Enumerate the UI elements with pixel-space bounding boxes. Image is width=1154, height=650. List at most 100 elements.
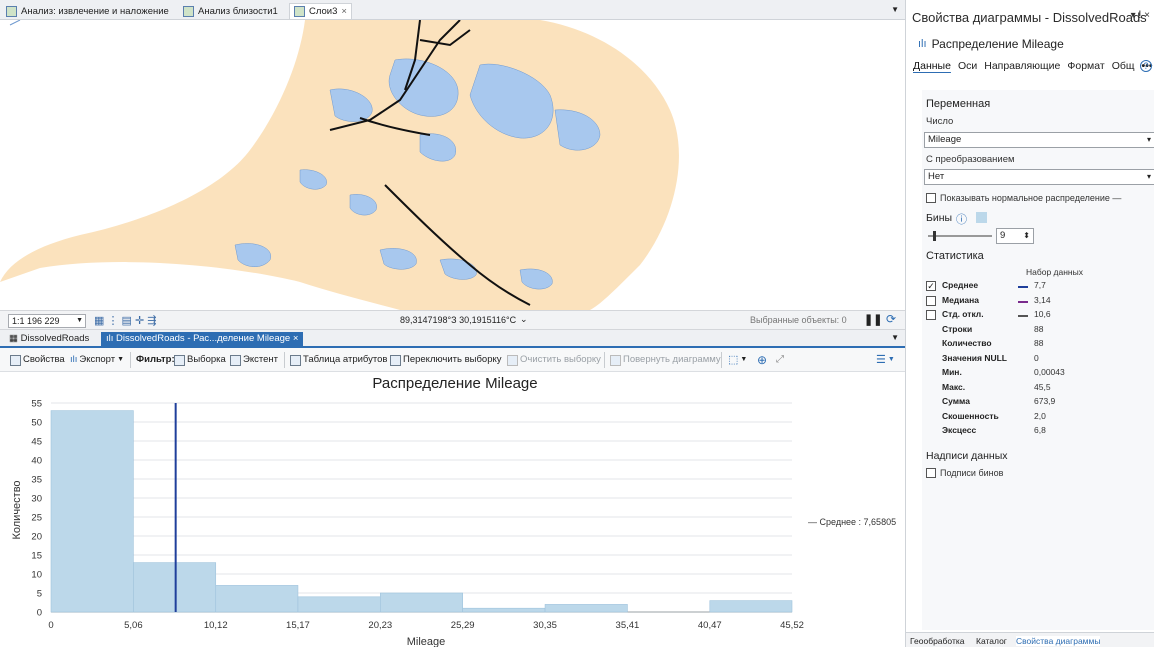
tab-general[interactable]: Общ	[1112, 60, 1135, 76]
map-tab-proximity[interactable]: Анализ близости1	[183, 3, 278, 19]
histogram-icon: ılı	[106, 333, 114, 344]
switch-selection-icon	[390, 354, 401, 366]
stat-checkbox[interactable]	[926, 295, 936, 306]
chevron-down-icon[interactable]: ⌄	[520, 314, 528, 325]
help-icon[interactable]: ?	[1140, 60, 1152, 72]
x-tick-label: 5,06	[124, 620, 143, 631]
properties-button[interactable]: Свойства	[10, 353, 65, 367]
clear-selection-button[interactable]: Очистить выборку	[507, 353, 601, 367]
list-view-button[interactable]: ☰ ▼	[876, 353, 895, 367]
info-icon[interactable]: ⓘ	[956, 211, 967, 227]
number-label: Число	[926, 116, 954, 127]
rotate-chart-button[interactable]: Повернуть диаграмму	[610, 353, 721, 367]
tab-data[interactable]: Данные	[913, 60, 951, 76]
scale-select[interactable]: 1:1 196 229 ▼	[8, 314, 86, 328]
map-tab-label: Слои3	[309, 6, 338, 17]
select-value: Mileage	[928, 134, 962, 145]
export-icon: ılı	[70, 354, 78, 365]
histogram-bar	[215, 585, 299, 613]
filter-extent-button[interactable]: Экстент	[230, 353, 278, 367]
histogram-bar	[297, 596, 381, 613]
stats-header: Статистика	[926, 250, 984, 262]
chevron-down-icon[interactable]: ▼	[891, 5, 899, 14]
stat-key: Мин.	[942, 367, 962, 377]
y-tick-label: 0	[37, 608, 42, 619]
y-tick-label: 30	[31, 494, 42, 505]
map-icon	[183, 5, 194, 17]
x-tick-label: 25,29	[451, 620, 475, 631]
grid-tools-icon[interactable]: ▦ ⋮ ▤ ✛ ⇶	[94, 314, 156, 327]
stat-key: Сумма	[942, 396, 970, 406]
stat-value: 88	[1034, 338, 1044, 348]
tab-chart[interactable]: ılı DissolvedRoads - Рас...деление Milea…	[101, 332, 304, 348]
attribute-table-button[interactable]: Таблица атрибутов	[290, 353, 387, 367]
stat-key: Макс.	[942, 381, 966, 392]
clear-selection-icon	[507, 354, 518, 366]
y-tick-label: 25	[31, 513, 42, 524]
tab-guides[interactable]: Направляющие	[984, 60, 1060, 76]
full-extent-button[interactable]: ⤢	[776, 353, 784, 367]
transform-label: С преобразованием	[926, 154, 1015, 165]
tab-label: DissolvedRoads	[20, 333, 90, 344]
bins-slider[interactable]	[928, 231, 992, 241]
close-icon[interactable]: ×	[341, 6, 347, 17]
select-tool-button[interactable]: ⬚ ▼	[728, 353, 747, 367]
button-label: Переключить выборку	[403, 354, 502, 365]
stat-checkbox[interactable]	[926, 310, 936, 320]
stat-value: 0,00043	[1034, 367, 1065, 377]
zoom-in-icon: ⊕	[757, 353, 768, 367]
properties-icon	[10, 354, 21, 366]
chevron-down-icon[interactable]: ▼	[891, 333, 899, 342]
chevron-down-icon: ▾	[1146, 135, 1151, 144]
spinner-icon[interactable]: ⬍	[1023, 229, 1030, 243]
histogram-bar	[709, 600, 793, 613]
switch-selection-button[interactable]: Переключить выборку	[390, 353, 502, 367]
stat-value: 3,14	[1034, 294, 1051, 305]
pause-icon[interactable]: ❚❚	[864, 313, 882, 326]
slider-handle[interactable]	[933, 231, 936, 241]
map-tab-label: Анализ близости1	[198, 5, 278, 17]
select-cursor-icon: ⬚	[728, 354, 739, 366]
tab-geoprocessing[interactable]: Геообработка	[910, 636, 964, 646]
stat-checkbox[interactable]: ✓	[926, 281, 936, 291]
y-axis-label: Количество	[11, 480, 23, 539]
stat-value: 7,7	[1034, 280, 1046, 290]
stat-line-swatch	[1018, 315, 1028, 317]
bin-color-swatch[interactable]	[976, 212, 987, 223]
tab-attribute-table[interactable]: ▦ DissolvedRoads	[4, 332, 94, 348]
tab-axes[interactable]: Оси	[958, 60, 977, 76]
map-tab-overlay[interactable]: Анализ: извлечение и наложение	[6, 3, 169, 19]
histogram-chart[interactable]: Распределение Mileage 0 5 10 15 20 25 30 35 40 45…	[0, 372, 905, 648]
filter-selection-button[interactable]: Выборка	[174, 353, 226, 367]
y-tick-label: 5	[37, 589, 42, 600]
x-tick-label: 35,41	[616, 620, 640, 631]
x-tick-label: 45,52	[780, 620, 804, 631]
refresh-icon[interactable]: ⟳	[886, 312, 896, 326]
close-icon[interactable]: ×	[293, 333, 299, 344]
chevron-down-icon: ▼	[740, 356, 748, 363]
button-label: Экстент	[243, 354, 278, 365]
table-icon: ▦	[9, 333, 18, 344]
export-button[interactable]: ılı Экспорт ▼	[70, 353, 124, 367]
x-tick-label: 30,35	[533, 620, 557, 631]
bins-label: Бины	[926, 212, 953, 224]
tab-format[interactable]: Формат	[1067, 60, 1104, 76]
extent-icon	[230, 354, 241, 366]
chart-name-label: Распределение Mileage	[931, 37, 1064, 51]
dataset-column-header: Набор данных	[1026, 267, 1083, 277]
tab-catalog[interactable]: Каталог	[976, 636, 1007, 646]
pane-options-icon[interactable]: ▾ ⵑ ×	[1131, 10, 1150, 21]
map-view[interactable]	[0, 20, 905, 310]
tab-label: DissolvedRoads - Рас...деление Mileage	[116, 333, 291, 344]
number-field-select[interactable]: Mileage ▾	[924, 132, 1154, 148]
button-label: Выборка	[187, 354, 226, 365]
map-tab-layers3[interactable]: Слои3 ×	[289, 3, 352, 19]
show-normal-checkbox[interactable]	[926, 193, 936, 203]
bin-labels-checkbox[interactable]	[926, 468, 936, 478]
map-tab-bar: Анализ: извлечение и наложение Анализ бл…	[0, 0, 905, 20]
transform-select[interactable]: Нет ▾	[924, 169, 1154, 185]
tab-chart-properties[interactable]: Свойства диаграммы	[1016, 636, 1101, 646]
map-canvas[interactable]	[0, 20, 905, 310]
bins-stepper[interactable]: 9 ⬍	[996, 228, 1034, 244]
zoom-in-button[interactable]: ⊕	[757, 353, 767, 367]
